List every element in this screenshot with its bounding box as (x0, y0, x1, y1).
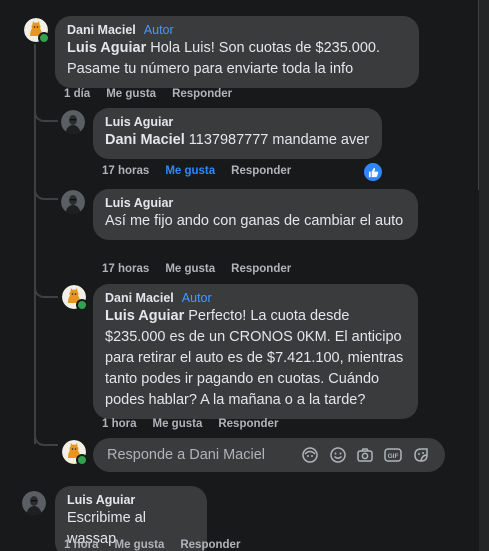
gif-button[interactable]: GIF (379, 443, 407, 467)
sticker-button[interactable] (407, 443, 435, 467)
like-thumb-icon (368, 167, 378, 177)
comment-text: Así me fijo ando con ganas de cambiar el… (105, 213, 404, 229)
svg-text:GIF: GIF (388, 453, 399, 460)
emoji-icon (329, 447, 346, 463)
comment-author[interactable]: Dani Maciel (105, 290, 174, 306)
comment-author[interactable]: Dani Maciel (67, 22, 136, 38)
mention-link[interactable]: Luis Aguiar (105, 308, 184, 324)
comment-actions: 17 horas Me gusta Responder (102, 263, 307, 275)
avatar-sticker-button[interactable] (296, 443, 324, 467)
reply-button[interactable]: Responder (172, 88, 232, 100)
thread-curve (34, 106, 58, 122)
like-button[interactable]: Me gusta (165, 165, 215, 177)
online-status-dot (76, 299, 88, 311)
avatar[interactable] (24, 18, 50, 44)
comment-bubble: Luis Aguiar Dani Maciel 1137987777 manda… (93, 108, 382, 159)
man-avatar-icon (22, 491, 46, 515)
current-user-avatar[interactable] (62, 440, 88, 466)
thread-curve (34, 184, 58, 200)
like-button[interactable]: Me gusta (153, 418, 203, 430)
comment-bubble: Dani Maciel Autor Luis Aguiar Perfecto! … (93, 284, 418, 419)
camera-icon (357, 448, 374, 462)
comment-text: Dani Maciel 1137987777 mandame aver (105, 132, 370, 148)
comment-author[interactable]: Luis Aguiar (67, 492, 135, 508)
avatar[interactable] (61, 110, 85, 134)
comment-author[interactable]: Luis Aguiar (105, 195, 173, 211)
emoji-button[interactable] (324, 443, 352, 467)
avatar[interactable] (62, 285, 88, 311)
reply-button[interactable]: Responder (180, 539, 240, 551)
thread-curve (34, 282, 58, 298)
thread-curve (34, 430, 58, 446)
comment-thread: Dani Maciel Autor Luis Aguiar Hola Luis!… (0, 0, 489, 551)
comment-actions: 1 hora Me gusta Responder (64, 539, 256, 551)
online-status-dot (38, 32, 50, 44)
comment-time[interactable]: 1 día (64, 88, 90, 100)
comment-actions: 17 horas Me gusta Responder (102, 165, 307, 177)
comment-actions: 1 día Me gusta Responder (64, 88, 248, 100)
thread-line (34, 44, 36, 444)
comment-text: Luis Aguiar Hola Luis! Son cuotas de $23… (67, 40, 381, 77)
comment-actions: 1 hora Me gusta Responder (102, 418, 294, 430)
comment-time[interactable]: 1 hora (64, 539, 99, 551)
comment-time[interactable]: 17 horas (102, 165, 149, 177)
reply-button[interactable]: Responder (231, 263, 291, 275)
comment-text: Luis Aguiar Perfecto! La cuota desde $23… (105, 308, 404, 408)
mention-link[interactable]: Luis Aguiar (67, 40, 146, 56)
comment-bubble: Luis Aguiar Así me fijo ando con ganas d… (93, 189, 418, 240)
reply-composer: GIF (93, 438, 445, 472)
like-button[interactable]: Me gusta (106, 88, 156, 100)
mention-link[interactable]: Dani Maciel (105, 132, 185, 148)
man-avatar-icon (61, 190, 85, 214)
comment-bubble: Dani Maciel Autor Luis Aguiar Hola Luis!… (55, 16, 419, 88)
like-button[interactable]: Me gusta (115, 539, 165, 551)
like-reaction-badge[interactable] (362, 161, 384, 183)
comment-author[interactable]: Luis Aguiar (105, 114, 173, 130)
man-avatar-icon (61, 110, 85, 134)
comment-time[interactable]: 17 horas (102, 263, 149, 275)
sticker-icon (414, 448, 428, 462)
reply-input[interactable] (105, 446, 296, 464)
comment-time[interactable]: 1 hora (102, 418, 137, 430)
avatar[interactable] (61, 190, 85, 214)
avatar-sticker-icon (302, 447, 318, 463)
reply-button[interactable]: Responder (218, 418, 278, 430)
online-status-dot (76, 454, 88, 466)
author-badge: Autor (143, 23, 174, 37)
avatar[interactable] (22, 491, 46, 515)
author-badge: Autor (181, 291, 212, 305)
divider (478, 0, 479, 190)
like-button[interactable]: Me gusta (165, 263, 215, 275)
reply-button[interactable]: Responder (231, 165, 291, 177)
right-panel-edge (479, 0, 489, 551)
camera-button[interactable] (352, 443, 380, 467)
gif-icon: GIF (384, 448, 403, 462)
